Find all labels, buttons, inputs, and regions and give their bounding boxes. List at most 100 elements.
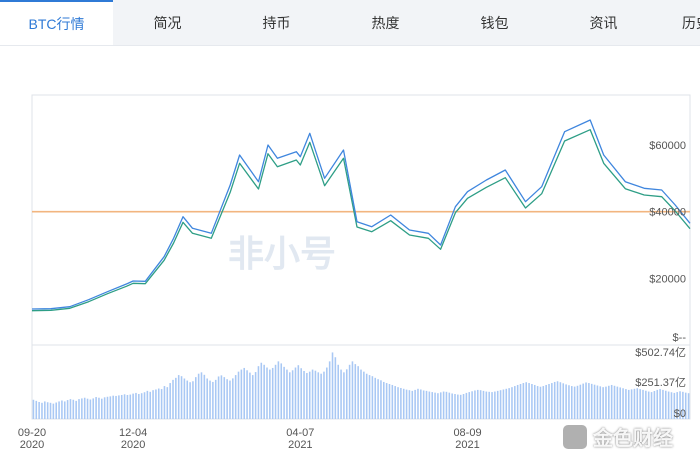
volume-bar xyxy=(86,398,89,419)
volume-bar xyxy=(249,372,251,419)
volume-bar xyxy=(112,395,114,419)
volume-bar xyxy=(536,386,539,419)
volume-bar xyxy=(32,399,35,419)
volume-bar xyxy=(214,379,217,419)
volume-bar xyxy=(103,397,106,419)
tab-bar: BTC行情 简况 持币 热度 钱包 资讯 历史 xyxy=(0,0,700,46)
volume-bar xyxy=(209,380,211,419)
volume-bar xyxy=(514,386,516,419)
x-tick-label: 08-09 xyxy=(453,427,481,439)
volume-bar xyxy=(533,384,536,419)
volume-bar xyxy=(448,392,451,419)
volume-bar xyxy=(277,361,280,419)
volume-bar xyxy=(197,373,200,419)
volume-bar xyxy=(608,385,610,419)
volume-bar xyxy=(58,401,60,419)
volume-bar xyxy=(565,384,567,419)
volume-bar xyxy=(588,383,590,419)
volume-bar xyxy=(653,391,656,419)
volume-bar xyxy=(457,394,459,419)
volume-bar xyxy=(665,390,667,419)
volume-bar xyxy=(354,364,357,419)
volume-bar xyxy=(226,379,228,419)
volume-bars xyxy=(32,352,690,419)
x-tick-label: 09-20 xyxy=(18,427,46,439)
tab-wallet[interactable]: 钱包 xyxy=(440,0,549,45)
volume-bar xyxy=(351,361,354,419)
volume-bar xyxy=(482,390,485,419)
price-lines xyxy=(31,119,691,312)
tab-overview[interactable]: 简况 xyxy=(113,0,222,45)
volume-bar xyxy=(297,365,300,419)
volume-bar xyxy=(516,384,519,419)
volume-bar xyxy=(44,401,46,419)
x-tick-year: 2021 xyxy=(288,439,312,451)
volume-bar xyxy=(659,389,661,419)
volume-bar xyxy=(217,376,220,419)
volume-bar xyxy=(479,390,482,419)
volume-bar xyxy=(568,385,570,419)
volume-bar xyxy=(189,382,191,419)
volume-tick-label: $0 xyxy=(674,408,686,420)
volume-bar xyxy=(212,381,214,419)
volume-bar xyxy=(494,391,496,419)
x-tick-year: 2020 xyxy=(121,439,145,451)
volume-bar xyxy=(180,376,183,419)
tab-popularity[interactable]: 热度 xyxy=(331,0,440,45)
volume-bar xyxy=(519,384,522,419)
volume-bar xyxy=(223,377,226,419)
y-tick-label: $-- xyxy=(673,332,687,344)
volume-bar xyxy=(115,395,117,419)
volume-bar xyxy=(160,389,163,419)
volume-bar xyxy=(579,384,582,419)
volume-bar xyxy=(106,396,109,419)
volume-bar xyxy=(177,375,180,419)
volume-bar xyxy=(140,393,143,419)
volume-bar xyxy=(553,381,556,419)
volume-bar xyxy=(471,391,473,419)
volume-bar xyxy=(528,383,530,419)
volume-bar xyxy=(593,384,596,419)
volume-bar xyxy=(630,389,633,419)
volume-bar xyxy=(625,389,627,419)
volume-bar xyxy=(66,400,69,419)
volume-bar xyxy=(172,379,174,419)
volume-bar xyxy=(269,369,271,419)
volume-bar xyxy=(166,387,169,419)
volume-bar xyxy=(78,399,80,419)
volume-tick-label: $251.37亿 xyxy=(635,376,686,389)
tab-news[interactable]: 资讯 xyxy=(549,0,658,45)
volume-bar xyxy=(442,391,445,419)
y-tick-label: $40000 xyxy=(649,207,686,219)
volume-bar xyxy=(334,357,337,419)
volume-bar xyxy=(434,392,436,419)
volume-bar xyxy=(152,390,154,419)
volume-bar xyxy=(203,374,206,419)
volume-bar xyxy=(157,388,160,419)
volume-bar xyxy=(502,389,505,419)
volume-bar xyxy=(271,367,274,419)
volume-bar xyxy=(35,400,38,419)
tab-history[interactable]: 历史 xyxy=(682,0,700,45)
volume-bar xyxy=(488,391,490,419)
tab-holdings[interactable]: 持币 xyxy=(222,0,331,45)
volume-bar xyxy=(251,375,254,419)
volume-bar xyxy=(571,386,573,419)
volume-bar xyxy=(474,390,476,419)
volume-bar xyxy=(451,393,453,419)
series-line-1 xyxy=(31,129,691,312)
volume-bar xyxy=(499,390,502,419)
tab-btc-market[interactable]: BTC行情 xyxy=(0,0,113,45)
volume-bar xyxy=(511,387,513,419)
volume-bar xyxy=(539,386,542,419)
volume-bar xyxy=(149,391,151,419)
volume-bar xyxy=(408,390,411,419)
volume-bar xyxy=(585,382,587,419)
volume-bar xyxy=(175,377,177,419)
volume-bar xyxy=(266,367,268,419)
volume-bar xyxy=(431,392,433,419)
volume-bar xyxy=(326,367,328,419)
volume-bar xyxy=(237,371,240,419)
volume-bar xyxy=(343,372,345,419)
volume-bar xyxy=(411,390,414,419)
